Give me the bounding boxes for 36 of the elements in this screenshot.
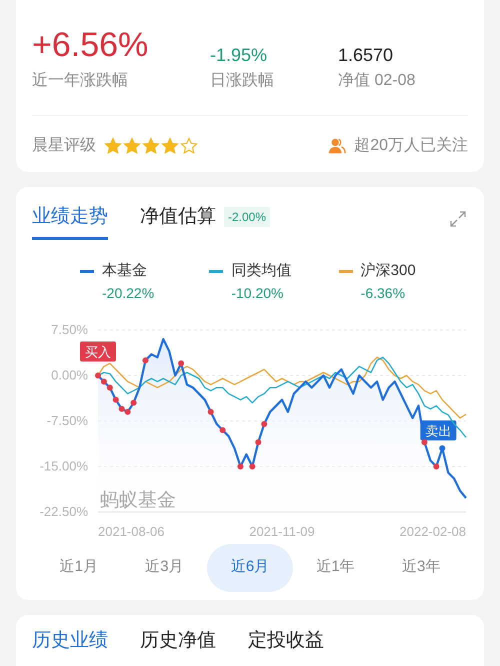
range-tab[interactable]: 近6月 (207, 544, 293, 592)
axis-label: -22.50% (40, 504, 88, 518)
axis-label: 2022-02-08 (400, 524, 466, 538)
axis-label: -7.50% (46, 412, 88, 428)
history-tab[interactable]: 历史净值 (140, 626, 216, 654)
legend-value: -10.20% (230, 284, 284, 302)
estimate-badge: -2.00% (224, 207, 270, 228)
history-tab[interactable]: 定投收益 (248, 626, 324, 654)
axis-label: 0.00% (51, 367, 88, 382)
range-tab[interactable]: 近3月 (122, 544, 208, 592)
chart-tab[interactable]: 业绩走势 (32, 202, 108, 240)
stat-value: 1.6570 (338, 44, 394, 66)
watermark: 蚂蚁基金 (100, 490, 176, 510)
range-tab[interactable]: 近1年 (292, 544, 378, 592)
legend-label: 沪深300 (360, 261, 416, 281)
legend-value: -6.36% (360, 284, 406, 302)
axis-label: -15.00% (40, 458, 88, 473)
buy-marker: 买入 (80, 341, 116, 361)
sell-marker: 卖出 (420, 420, 456, 440)
range-tab[interactable]: 近3年 (378, 544, 464, 592)
axis-label: 2021-08-06 (98, 524, 164, 538)
stat-label: 净值 02-08 (338, 70, 416, 90)
history-tab[interactable]: 历史业绩 (32, 626, 108, 654)
range-tab[interactable]: 近1月 (36, 544, 122, 592)
legend-label: 本基金 (102, 261, 147, 281)
axis-label: 2021-11-09 (249, 524, 315, 538)
legend-value: -20.22% (101, 284, 156, 302)
stat-label: 日涨跌幅 (210, 70, 275, 90)
follower-count: 超20万人已关注 (354, 136, 468, 156)
rating-label: 晨星评级 (32, 136, 96, 156)
axis-label: 7.50% (51, 322, 88, 336)
stat-value: -1.95% (210, 44, 268, 66)
legend-label: 同类均值 (231, 261, 292, 281)
stat-value: +6.56% (32, 25, 150, 66)
chart-tab[interactable]: 净值估算 (140, 202, 216, 240)
stat-label: 近一年涨跌幅 (32, 70, 129, 90)
